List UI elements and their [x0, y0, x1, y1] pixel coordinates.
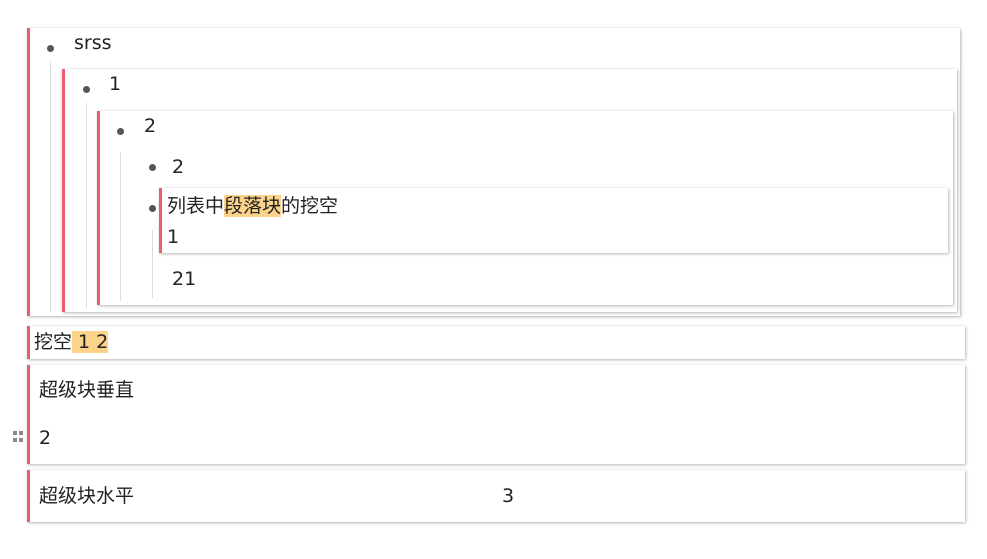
paragraph-line-2: 1	[167, 226, 180, 248]
indent-guide	[152, 230, 153, 298]
indent-guide	[86, 103, 87, 308]
super-vertical-line-1: 超级块垂直	[39, 379, 135, 401]
list-item-1: 1	[109, 73, 122, 95]
bullet-icon[interactable]	[117, 128, 124, 135]
paragraph-suffix: 的挖空	[281, 195, 339, 217]
drag-handle-icon[interactable]	[13, 431, 25, 443]
super-block-horizontal[interactable]	[27, 470, 965, 522]
list-item-srss: srss	[74, 32, 112, 54]
bullet-icon[interactable]	[149, 164, 156, 171]
cloze-block[interactable]	[27, 326, 965, 359]
cloze-prefix: 挖空	[34, 331, 73, 353]
paragraph-line-1[interactable]: 列表中段落块的挖空	[167, 194, 338, 218]
indent-guide	[50, 62, 51, 312]
super-horizontal-right: 3	[502, 485, 515, 507]
cloze-text[interactable]: 挖空 1 2	[34, 330, 109, 354]
super-horizontal-left: 超级块水平	[39, 485, 135, 507]
paragraph-prefix: 列表中	[167, 195, 225, 217]
list-item-21: 21	[172, 268, 197, 290]
list-item-2-inner: 2	[172, 156, 185, 178]
super-block-vertical[interactable]	[27, 365, 965, 464]
bullet-icon[interactable]	[149, 205, 156, 212]
super-vertical-line-2: 2	[39, 427, 52, 449]
bullet-icon[interactable]	[83, 86, 90, 93]
cloze-highlight[interactable]: 段落块	[224, 195, 282, 217]
bullet-icon[interactable]	[47, 45, 54, 52]
list-item-2-outer: 2	[144, 115, 157, 137]
indent-guide	[120, 152, 121, 301]
cloze-highlight[interactable]: 1 2	[72, 331, 109, 353]
